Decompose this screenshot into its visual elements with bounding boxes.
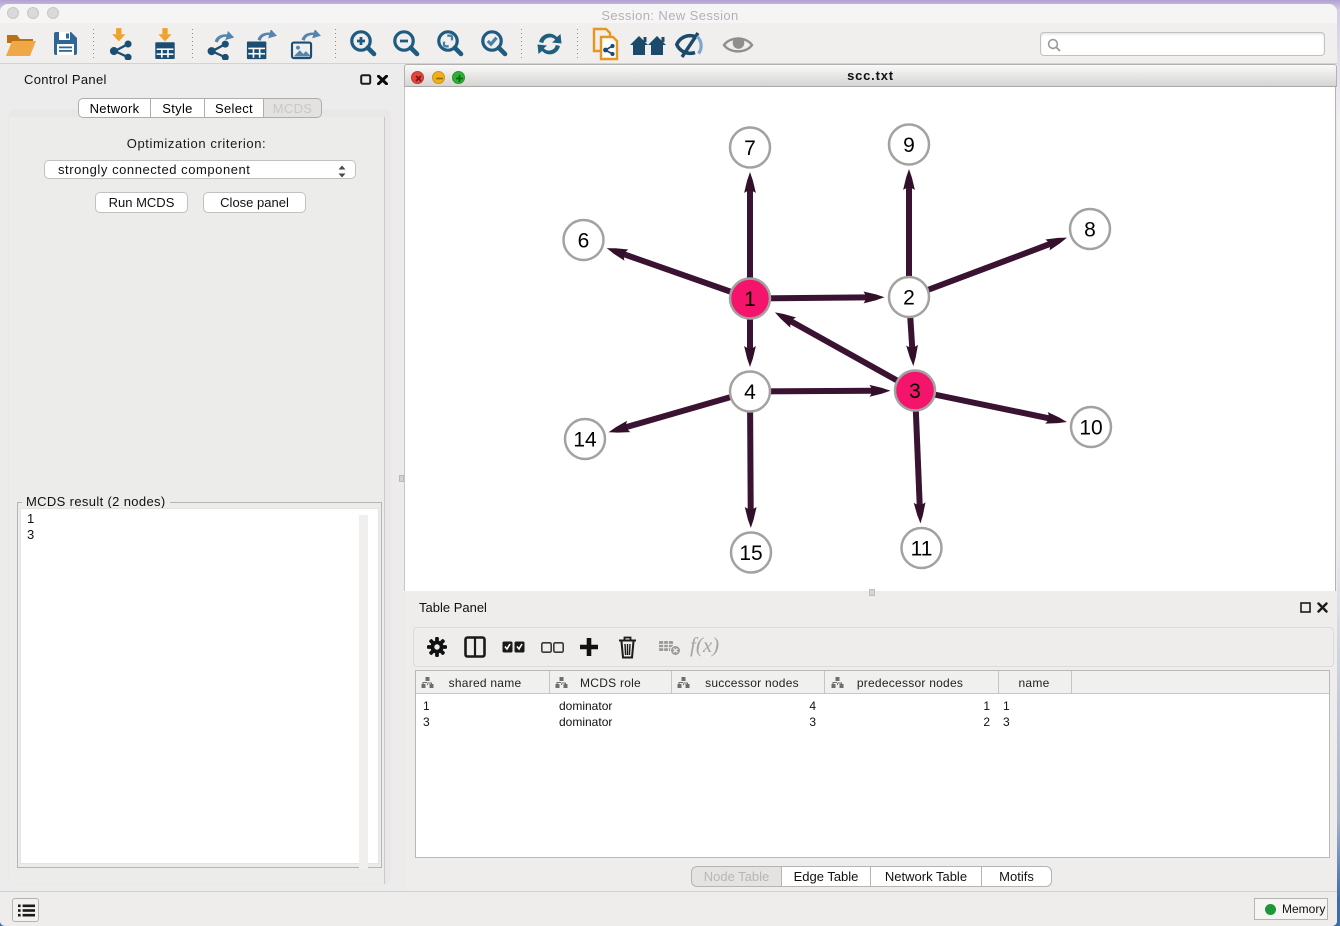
svg-text:1: 1 <box>744 288 756 311</box>
svg-text:10: 10 <box>1079 417 1102 440</box>
svg-text:7: 7 <box>744 137 756 160</box>
svg-text:11: 11 <box>911 538 933 561</box>
svg-text:2: 2 <box>903 287 915 310</box>
svg-text:9: 9 <box>903 134 915 157</box>
svg-text:15: 15 <box>739 542 762 565</box>
svg-text:6: 6 <box>578 230 590 253</box>
svg-text:8: 8 <box>1084 219 1096 242</box>
svg-text:4: 4 <box>744 381 756 404</box>
svg-text:3: 3 <box>909 380 921 403</box>
svg-text:14: 14 <box>573 429 597 452</box>
